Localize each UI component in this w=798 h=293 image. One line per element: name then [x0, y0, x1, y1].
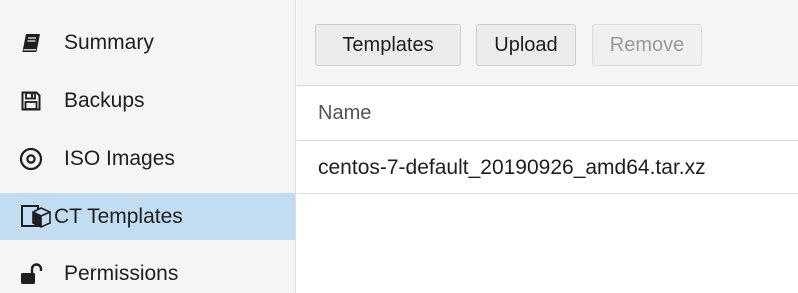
upload-button[interactable]: Upload	[476, 24, 576, 66]
toolbar: Templates Upload Remove	[297, 0, 798, 86]
sidebar-item-label: Permissions	[64, 262, 179, 285]
book-icon	[18, 30, 44, 56]
sidebar-item-summary[interactable]: Summary	[0, 21, 295, 65]
column-header-label: Name	[318, 102, 372, 124]
column-header-name[interactable]: Name	[297, 87, 798, 141]
template-name-cell: centos-7-default_20190926_amd64.tar.xz	[318, 155, 706, 179]
remove-button: Remove	[592, 24, 702, 66]
templates-button[interactable]: Templates	[315, 24, 461, 66]
sidebar-item-permissions[interactable]: Permissions	[0, 252, 295, 293]
sidebar-item-backups[interactable]: Backups	[0, 79, 295, 123]
sidebar-item-iso-images[interactable]: ISO Images	[0, 137, 295, 181]
sidebar-item-label: CT Templates	[54, 204, 183, 228]
storage-panel: Summary Backups ISO Images CT Templates …	[0, 0, 798, 293]
ct-templates-cube-icon	[20, 204, 52, 230]
sidebar-item-label: Backups	[64, 89, 145, 112]
disc-icon	[18, 146, 44, 172]
sidebar-item-label: Summary	[64, 31, 154, 54]
table-row[interactable]: centos-7-default_20190926_amd64.tar.xz	[297, 142, 798, 194]
sidebar-item-ct-templates[interactable]: CT Templates	[0, 193, 295, 240]
floppy-disk-icon	[18, 88, 44, 114]
content-panel: Templates Upload Remove Name centos-7-de…	[297, 0, 798, 293]
sidebar-item-label: ISO Images	[64, 147, 175, 170]
sidebar: Summary Backups ISO Images CT Templates …	[0, 0, 296, 293]
unlock-icon	[18, 261, 44, 287]
